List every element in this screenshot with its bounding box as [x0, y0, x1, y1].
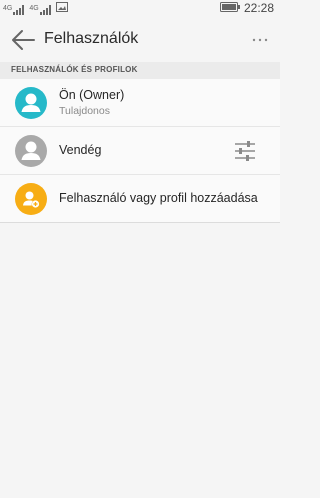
- app-bar: Felhasználók: [0, 18, 280, 62]
- back-button[interactable]: [10, 28, 36, 52]
- person-icon: [21, 141, 41, 160]
- arrow-left-icon: [12, 30, 35, 50]
- user-name: Ön (Owner): [59, 88, 125, 102]
- add-user-row[interactable]: Felhasználó vagy profil hozzáadása: [0, 175, 280, 223]
- status-bar: 4G 4G 22:28: [0, 0, 280, 18]
- add-user-label: Felhasználó vagy profil hozzáadása: [59, 191, 258, 205]
- signal-icon: 4G: [29, 5, 51, 15]
- signal-icon: 4G: [3, 5, 25, 15]
- section-header-label: FELHASZNÁLÓK ÉS PROFILOK: [11, 65, 138, 74]
- network-type-label: 4G: [29, 5, 39, 12]
- more-horizontal-icon: [252, 38, 268, 42]
- add-user-icon: [23, 191, 40, 208]
- section-header: FELHASZNÁLÓK ÉS PROFILOK: [0, 62, 280, 79]
- user-row-guest[interactable]: Vendég: [0, 127, 280, 175]
- avatar: [15, 87, 47, 119]
- network-type-label: 4G: [3, 5, 13, 12]
- status-icons-left: 4G 4G: [3, 2, 68, 15]
- page-title: Felhasználók: [44, 30, 139, 47]
- guest-settings-button[interactable]: [234, 140, 256, 162]
- battery-icon: [219, 1, 240, 15]
- image-notification-icon: [55, 2, 68, 15]
- sliders-icon: [235, 141, 255, 161]
- user-list: Ön (Owner) Tulajdonos Vendég Felhasználó…: [0, 79, 280, 223]
- status-icons-right: 22:28: [219, 1, 274, 15]
- user-name: Vendég: [59, 143, 102, 157]
- user-role: Tulajdonos: [59, 105, 110, 117]
- avatar: [15, 183, 47, 215]
- avatar: [15, 135, 47, 167]
- more-options-button[interactable]: [250, 28, 270, 52]
- person-icon: [21, 93, 41, 112]
- user-row-owner[interactable]: Ön (Owner) Tulajdonos: [0, 79, 280, 127]
- clock: 22:28: [243, 1, 274, 15]
